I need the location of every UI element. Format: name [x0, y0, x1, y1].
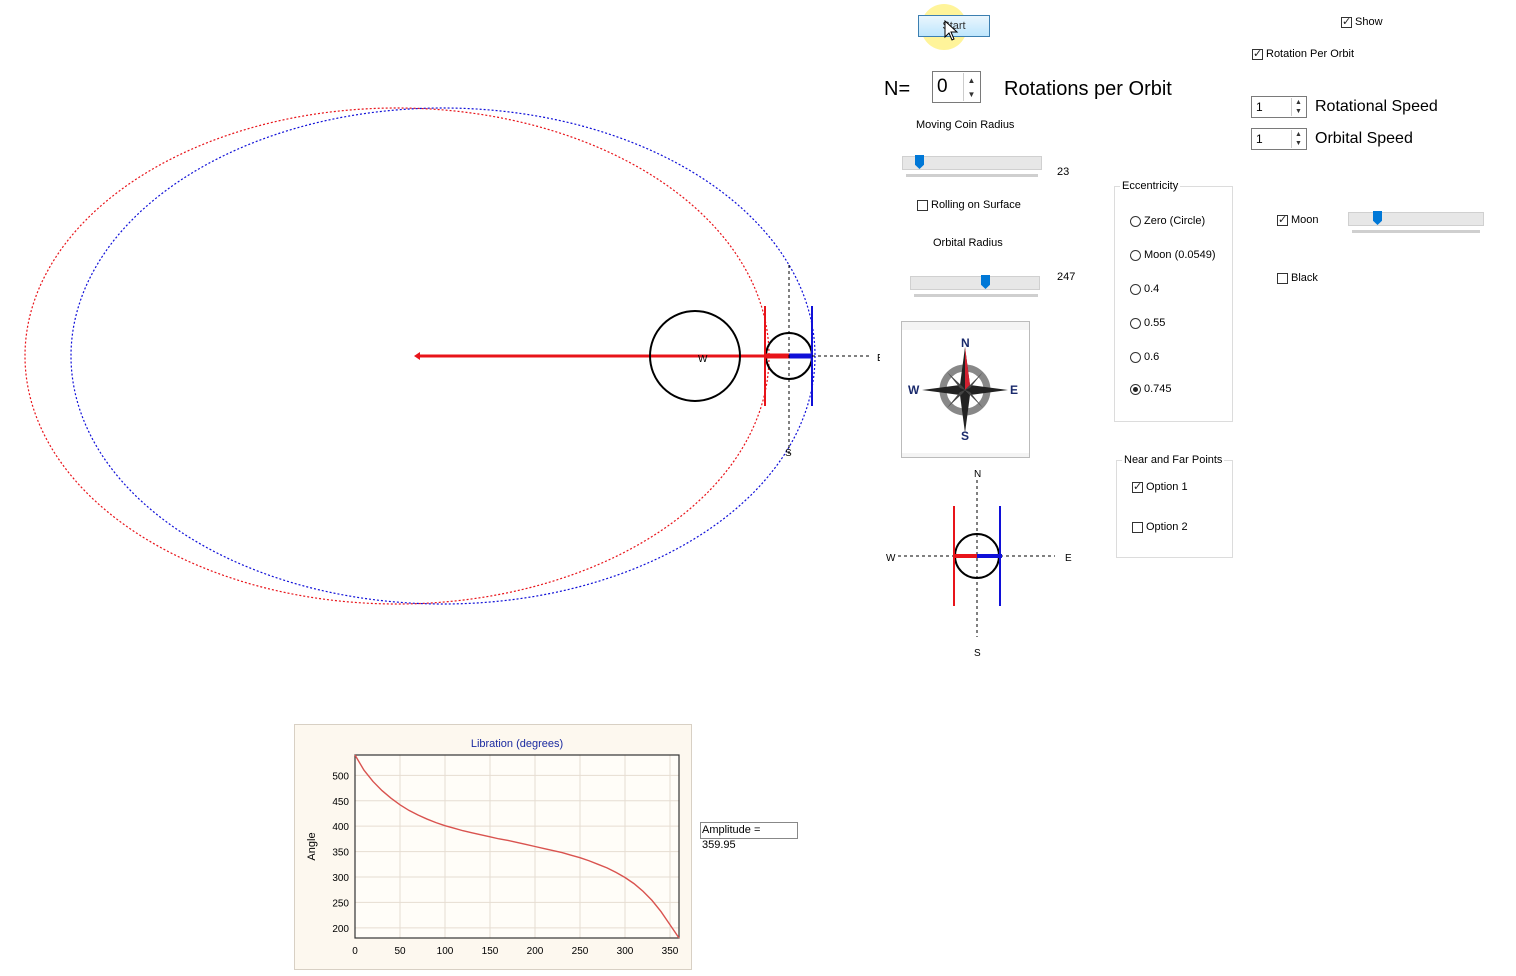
compass-e-label: E — [1010, 383, 1018, 397]
x-tick-label: 350 — [662, 946, 679, 957]
eccentricity-radio[interactable] — [1130, 215, 1141, 227]
orbital-speed-label: Orbital Speed — [1315, 130, 1413, 147]
y-axis-label: Angle — [306, 832, 318, 860]
eccentricity-option[interactable]: Moon (0.0549) — [1130, 249, 1216, 261]
y-tick-label: 300 — [332, 873, 349, 884]
small-coin-view: N S W E — [886, 469, 1072, 659]
amplitude-readout: Amplitude = 359.95 — [700, 822, 798, 851]
moving-coin-radius-label: Moving Coin Radius — [916, 119, 1015, 131]
focus-marker — [414, 352, 420, 360]
libration-chart-panel: 0 50 100 150 200 250 300 350 200 250 300 350 400 450 5… — [294, 724, 692, 970]
orbital-speed-value: 1 — [1256, 132, 1263, 146]
small-view-e-label: E — [1065, 553, 1072, 564]
rotational-speed-stepper[interactable]: 1 ▲ ▼ — [1251, 96, 1307, 118]
compass-rose-icon: N S W E — [902, 330, 1029, 453]
n-down-arrow-icon[interactable]: ▼ — [964, 87, 979, 101]
compass-n-label: N — [961, 336, 970, 350]
moon-slider[interactable] — [1348, 211, 1484, 235]
orbital-radius-slider[interactable] — [910, 275, 1040, 299]
mouse-cursor-icon — [944, 20, 959, 41]
rotation-per-orbit-checkbox-box[interactable] — [1252, 47, 1263, 60]
eccentricity-group: Eccentricity Zero (Circle) Moon (0.0549) 0… — [1114, 180, 1233, 422]
rotations-per-orbit-title: Rotations per Orbit — [1004, 78, 1172, 100]
option2-checkbox-box[interactable] — [1132, 521, 1143, 533]
eccentricity-option[interactable]: Zero (Circle) — [1130, 215, 1205, 227]
near-far-group: Near and Far Points Option 1 Option 2 — [1116, 454, 1233, 558]
x-tick-label: 250 — [572, 946, 589, 957]
eccentricity-option-label: 0.55 — [1144, 317, 1166, 330]
eccentricity-option-label: 0.6 — [1144, 351, 1160, 364]
rotation-per-orbit-checkbox[interactable]: Rotation Per Orbit — [1252, 47, 1354, 60]
eccentricity-option[interactable]: 0.4 — [1130, 283, 1159, 295]
compass-s-label: S — [961, 429, 969, 443]
eccentricity-option[interactable]: 0.6 — [1130, 351, 1159, 363]
y-tick-label: 500 — [332, 771, 349, 782]
orbital-radius-label: Orbital Radius — [933, 237, 1003, 249]
black-checkbox[interactable]: Black — [1277, 272, 1318, 284]
x-tick-label: 150 — [482, 946, 499, 957]
n-stepper[interactable]: 0 ▲ ▼ — [932, 71, 981, 103]
eccentricity-radio[interactable] — [1130, 351, 1141, 363]
option2-checkbox[interactable]: Option 2 — [1132, 521, 1188, 533]
rolling-on-surface-checkbox-box[interactable] — [917, 199, 928, 211]
eccentricity-radio[interactable] — [1130, 317, 1141, 329]
chart-title: Libration (degrees) — [471, 738, 563, 750]
x-tick-label: 200 — [527, 946, 544, 957]
n-value: 0 — [937, 76, 948, 97]
x-tick-label: 100 — [437, 946, 454, 957]
rotational-speed-label: Rotational Speed — [1315, 98, 1438, 115]
y-tick-label: 350 — [332, 848, 349, 859]
option1-checkbox-box[interactable] — [1132, 480, 1143, 493]
eccentricity-option-label: Zero (Circle) — [1144, 215, 1206, 228]
moving-coin-radius-value: 23 — [1057, 166, 1070, 178]
show-checkbox[interactable]: Show — [1341, 15, 1383, 28]
small-view-s-label: S — [974, 648, 981, 659]
rotational-down-arrow-icon[interactable]: ▼ — [1292, 107, 1305, 116]
y-tick-label: 450 — [332, 797, 349, 808]
plot-area — [354, 754, 680, 939]
eccentricity-option-label: 0.4 — [1144, 283, 1160, 296]
n-up-arrow-icon[interactable]: ▲ — [964, 73, 979, 87]
x-tick-label: 300 — [617, 946, 634, 957]
n-label: N= — [884, 78, 911, 100]
option1-checkbox[interactable]: Option 1 — [1132, 480, 1188, 493]
fixed-coin-w-label: W — [698, 354, 708, 365]
rotational-up-arrow-icon[interactable]: ▲ — [1292, 98, 1305, 107]
x-tick-label: 0 — [352, 946, 358, 957]
y-tick-label: 400 — [332, 822, 349, 833]
orbital-up-arrow-icon[interactable]: ▲ — [1292, 130, 1305, 139]
small-view-n-label: N — [974, 469, 981, 480]
orbit-view: W E S — [24, 107, 880, 605]
moving-coin-radius-slider[interactable] — [902, 155, 1042, 179]
y-tick-label: 200 — [332, 924, 349, 935]
eccentricity-title: Eccentricity — [1120, 180, 1181, 192]
show-checkbox-box[interactable] — [1341, 15, 1352, 28]
black-checkbox-box[interactable] — [1277, 272, 1288, 284]
eccentricity-option[interactable]: 0.745 — [1130, 383, 1172, 395]
compass-w-label: W — [908, 383, 920, 397]
eccentricity-option-label: Moon (0.0549) — [1144, 249, 1216, 262]
orbital-down-arrow-icon[interactable]: ▼ — [1292, 139, 1305, 148]
small-view-w-label: W — [886, 553, 896, 564]
libration-chart: 0 50 100 150 200 250 300 350 200 250 300 350 400 450 5… — [306, 738, 680, 957]
orbit-south-label: S — [785, 448, 792, 459]
eccentricity-radio[interactable] — [1130, 283, 1141, 295]
orbital-radius-value: 247 — [1057, 271, 1076, 283]
eccentricity-option[interactable]: 0.55 — [1130, 317, 1165, 329]
x-tick-label: 50 — [394, 946, 406, 957]
eccentricity-radio[interactable] — [1130, 383, 1141, 395]
y-tick-label: 250 — [332, 898, 349, 909]
orbital-speed-stepper[interactable]: 1 ▲ ▼ — [1251, 128, 1307, 150]
rotational-speed-value: 1 — [1256, 100, 1263, 114]
moon-checkbox-box[interactable] — [1277, 213, 1288, 226]
compass-panel: N S W E — [901, 321, 1030, 458]
eccentricity-option-label: 0.745 — [1144, 383, 1172, 396]
orbit-east-label: E — [877, 353, 880, 364]
rolling-on-surface-checkbox[interactable]: Rolling on Surface — [917, 199, 1021, 211]
moon-checkbox[interactable]: Moon — [1277, 213, 1319, 226]
eccentricity-radio[interactable] — [1130, 249, 1141, 261]
near-far-title: Near and Far Points — [1122, 454, 1225, 466]
